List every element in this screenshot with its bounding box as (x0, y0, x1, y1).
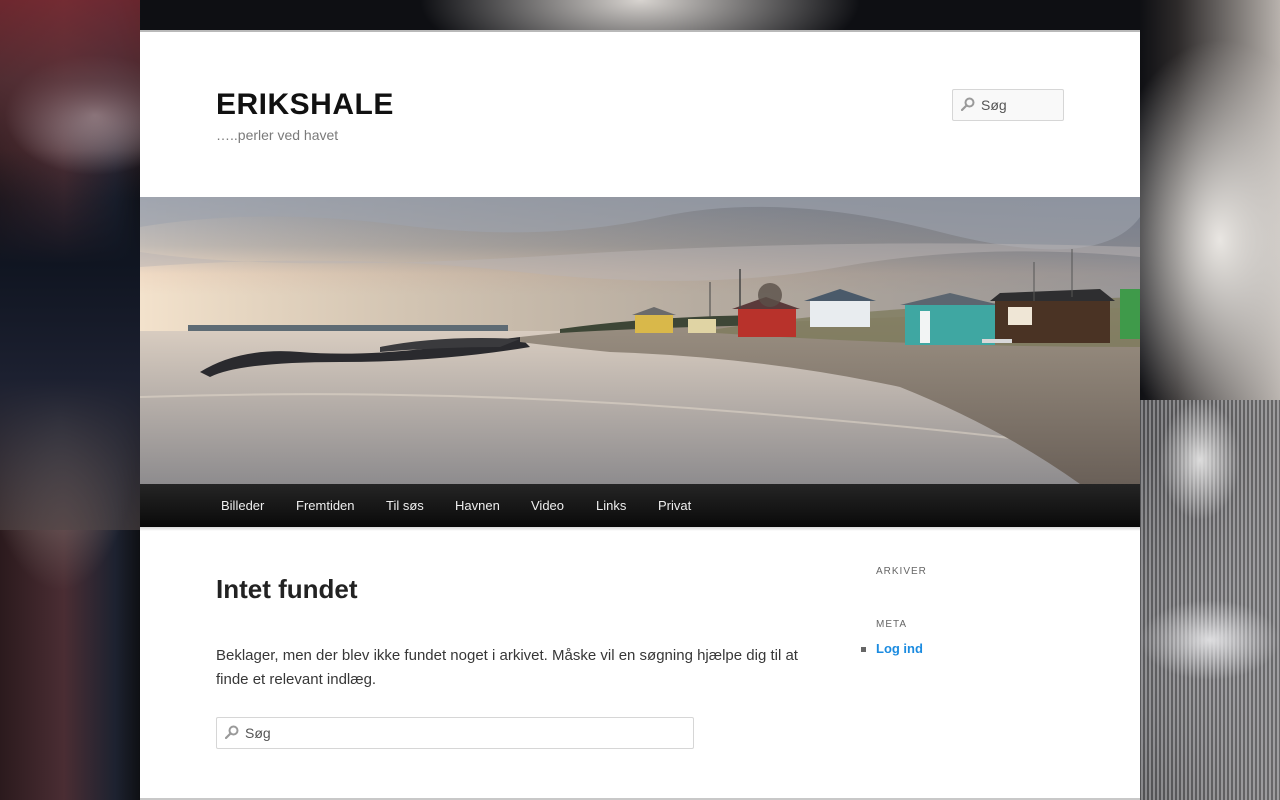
header-image (140, 197, 1140, 484)
nav-item-havnen[interactable]: Havnen (455, 484, 500, 527)
search-icon (961, 97, 975, 111)
main-navigation: Billeder Fremtiden Til søs Havnen Video … (140, 484, 1140, 527)
background-blur-dark (0, 150, 140, 530)
header-search-input[interactable] (981, 90, 1061, 120)
background-chrome-ornament (1140, 400, 1280, 800)
nav-shadow (140, 527, 1140, 531)
list-item: Log ind (861, 639, 923, 659)
page-title: Intet fundet (216, 574, 358, 604)
content-search-input[interactable] (245, 718, 685, 748)
list-bullet (861, 647, 866, 652)
site-description: …..perler ved havet (216, 127, 339, 143)
nav-item-links[interactable]: Links (596, 484, 626, 527)
header-search-box[interactable] (952, 89, 1064, 121)
nav-item-til-soes[interactable]: Til søs (386, 484, 424, 527)
nav-item-video[interactable]: Video (531, 484, 564, 527)
nav-item-privat[interactable]: Privat (658, 484, 691, 527)
not-found-message: Beklager, men der blev ikke fundet noget… (216, 647, 798, 688)
widget-title-meta: META (876, 619, 908, 630)
meta-links-list: Log ind (861, 639, 923, 659)
beach-huts-photo (140, 197, 1140, 484)
page-container: ERIKSHALE …..perler ved havet Søg Billed… (140, 30, 1140, 800)
nav-item-fremtiden[interactable]: Fremtiden (296, 484, 355, 527)
widget-title-archives: ARKIVER (876, 566, 927, 577)
search-icon (225, 725, 239, 739)
content-search-box[interactable] (216, 717, 694, 749)
site-title[interactable]: ERIKSHALE (216, 88, 394, 122)
login-link[interactable]: Log ind (876, 641, 923, 656)
nav-item-billeder[interactable]: Billeder (221, 484, 264, 527)
